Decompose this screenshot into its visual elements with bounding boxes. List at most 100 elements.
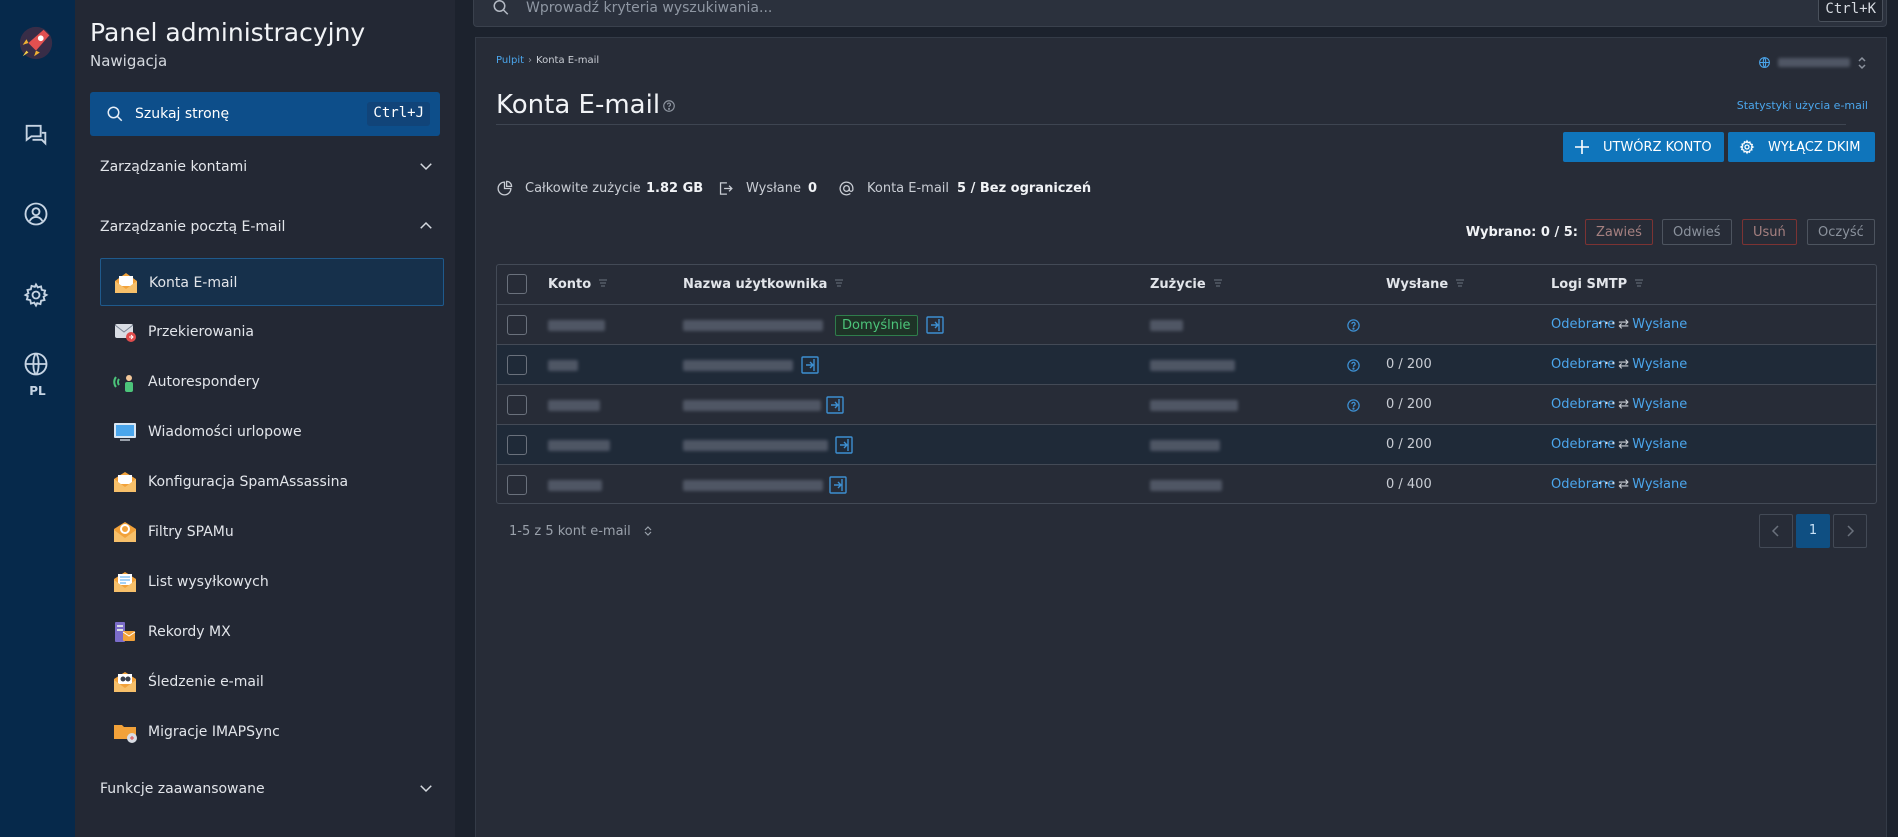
- results-count[interactable]: 1-5 z 5 kont e-mail: [509, 524, 653, 539]
- create-account-button[interactable]: UTWÓRZ KONTO: [1563, 132, 1724, 162]
- section-mail-management[interactable]: Zarządzanie pocztą E-mail: [100, 219, 435, 235]
- row-checkbox[interactable]: [507, 475, 527, 495]
- sidebar-item-spamassassin[interactable]: Konfiguracja SpamAssassina: [100, 458, 444, 506]
- table-row[interactable]: 0 / 200 Odebrane ⇄ Wysłane ···: [497, 345, 1876, 385]
- sidebar-item-email-accounts[interactable]: Konta E-mail: [100, 258, 444, 306]
- language-label[interactable]: PL: [0, 384, 75, 398]
- account-value: [548, 360, 578, 371]
- select-all-checkbox[interactable]: [507, 274, 527, 294]
- login-icon[interactable]: [829, 476, 847, 494]
- sent-value: 0: [808, 181, 818, 196]
- usage-cell: [1150, 360, 1235, 371]
- smtp-sent-link[interactable]: Wysłane: [1632, 317, 1687, 332]
- help-circle-icon[interactable]: [662, 99, 676, 113]
- sidebar-search[interactable]: Szukaj stronę Ctrl+J: [90, 92, 440, 136]
- sidebar-item-autoresponders[interactable]: Autorespondery: [100, 358, 444, 406]
- username-value: [683, 440, 828, 451]
- globe-icon: [1759, 57, 1770, 68]
- sidebar-item-vacation-messages[interactable]: Wiadomości urlopowe: [100, 408, 444, 456]
- col-username[interactable]: Nazwa użytkownika: [683, 277, 845, 292]
- row-checkbox[interactable]: [507, 355, 527, 375]
- table-row[interactable]: Domyślnie Odebrane ⇄ Wysłane ···: [497, 305, 1876, 345]
- breadcrumb-current: Konta E-mail: [536, 55, 600, 66]
- smtp-logs-cell: Odebrane ⇄ Wysłane: [1551, 477, 1688, 492]
- smtp-sent-link[interactable]: Wysłane: [1632, 437, 1687, 452]
- smtp-sent-link[interactable]: Wysłane: [1632, 357, 1687, 372]
- help-circle-icon[interactable]: [1346, 398, 1361, 413]
- app-rail: PL: [0, 0, 75, 837]
- sidebar-item-mx-records[interactable]: Rekordy MX: [100, 608, 444, 656]
- table-row[interactable]: 0 / 200 Odebrane ⇄ Wysłane ···: [497, 425, 1876, 465]
- sidebar-item-forwarders[interactable]: Przekierowania: [100, 308, 444, 356]
- domain-value: [1778, 58, 1850, 67]
- sidebar-item-spam-filters[interactable]: Filtry SPAMu: [100, 508, 444, 556]
- server-mail-icon: [115, 622, 136, 642]
- help-circle-icon[interactable]: [1346, 358, 1361, 373]
- sidebar-item-label: Śledzenie e-mail: [148, 674, 264, 690]
- row-checkbox[interactable]: [507, 315, 527, 335]
- col-smtp-logs[interactable]: Logi SMTP: [1551, 277, 1645, 292]
- login-icon[interactable]: [835, 436, 853, 454]
- smtp-logs-cell: Odebrane ⇄ Wysłane: [1551, 397, 1688, 412]
- breadcrumb-home[interactable]: Pulpit: [496, 55, 524, 66]
- disable-dkim-button[interactable]: WYŁĄCZ DKIM: [1728, 132, 1875, 162]
- global-search-bar[interactable]: Wprowadź kryteria wyszukiwania... Ctrl+K: [473, 0, 1887, 27]
- row-actions-menu[interactable]: ···: [1597, 393, 1617, 414]
- row-actions-menu[interactable]: ···: [1597, 353, 1617, 374]
- login-icon[interactable]: [801, 356, 819, 374]
- page-title: Konta E-mail: [496, 90, 661, 120]
- usage-stats-link[interactable]: Statystyki użycia e-mail: [1737, 99, 1868, 112]
- clear-selection-button[interactable]: Oczyść: [1807, 219, 1875, 245]
- col-account[interactable]: Konto: [548, 277, 609, 292]
- chevron-down-icon: [420, 163, 432, 171]
- suspend-button[interactable]: Zawieś: [1585, 219, 1653, 245]
- chevron-right-icon: [1847, 525, 1855, 537]
- col-usage[interactable]: Zużycie: [1150, 277, 1224, 292]
- row-actions-menu[interactable]: ···: [1597, 473, 1617, 494]
- chat-icon[interactable]: [22, 120, 50, 148]
- smtp-sent-link[interactable]: Wysłane: [1632, 477, 1687, 492]
- sidebar-item-email-tracking[interactable]: Śledzenie e-mail: [100, 658, 444, 706]
- sidebar-item-label: Wiadomości urlopowe: [148, 424, 302, 440]
- help-circle-icon[interactable]: [1346, 318, 1361, 333]
- user-icon[interactable]: [22, 200, 50, 228]
- current-page-button[interactable]: 1: [1796, 514, 1830, 548]
- sidebar-item-mailing-lists[interactable]: List wysyłkowych: [100, 558, 444, 606]
- table-row[interactable]: 0 / 400 Odebrane ⇄ Wysłane ···: [497, 465, 1876, 503]
- pagination: 1: [1759, 514, 1868, 548]
- row-checkbox[interactable]: [507, 435, 527, 455]
- smtp-logs-cell: Odebrane ⇄ Wysłane: [1551, 317, 1688, 332]
- sent-cell: 0 / 400: [1386, 477, 1432, 492]
- smtp-logs-cell: Odebrane ⇄ Wysłane: [1551, 437, 1688, 452]
- plus-icon: [1575, 140, 1589, 154]
- global-search-input[interactable]: Wprowadź kryteria wyszukiwania...: [526, 0, 772, 16]
- section-account-management[interactable]: Zarządzanie kontami: [100, 159, 435, 175]
- domain-selector[interactable]: [1758, 56, 1868, 70]
- table-row[interactable]: 0 / 200 Odebrane ⇄ Wysłane ···: [497, 385, 1876, 425]
- prev-page-button[interactable]: [1759, 514, 1793, 548]
- usage-cell: [1150, 320, 1183, 331]
- sidebar-item-label: Konfiguracja SpamAssassina: [148, 474, 349, 490]
- smtp-sent-link[interactable]: Wysłane: [1632, 397, 1687, 412]
- login-icon[interactable]: [826, 396, 844, 414]
- section-label: Zarządzanie pocztą E-mail: [100, 219, 286, 235]
- main-panel: Pulpit › Konta E-mail Konta E-mail Statyst…: [475, 37, 1887, 837]
- globe-icon[interactable]: [22, 350, 50, 378]
- next-page-button[interactable]: [1833, 514, 1867, 548]
- row-actions-menu[interactable]: ···: [1597, 313, 1617, 334]
- sidebar-item-label: Przekierowania: [148, 324, 254, 340]
- row-checkbox[interactable]: [507, 395, 527, 415]
- sent-cell: 0 / 200: [1386, 397, 1432, 412]
- sidebar-search-shortcut: Ctrl+J: [367, 102, 430, 126]
- rocket-logo[interactable]: [17, 24, 55, 62]
- col-sent[interactable]: Wysłane: [1386, 277, 1466, 292]
- tracking-icon: [114, 672, 136, 692]
- row-actions-menu[interactable]: ···: [1597, 433, 1617, 454]
- gear-icon[interactable]: [22, 281, 50, 309]
- login-icon[interactable]: [926, 316, 944, 334]
- unsuspend-button[interactable]: Odwieś: [1662, 219, 1732, 245]
- section-advanced-features[interactable]: Funkcje zaawansowane: [100, 781, 435, 797]
- delete-button[interactable]: Usuń: [1742, 219, 1797, 245]
- envelope-open-icon: [115, 273, 137, 293]
- sidebar-item-imapsync[interactable]: Migracje IMAPSync: [100, 708, 444, 756]
